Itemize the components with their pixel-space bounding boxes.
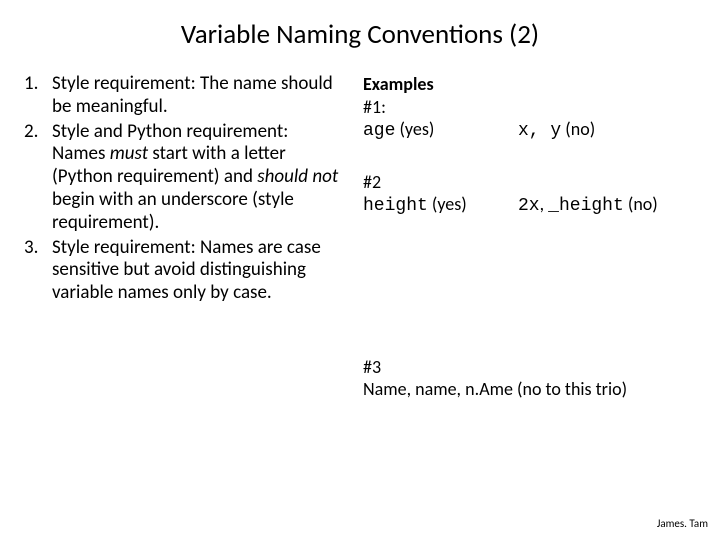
example-2-left: height (yes) (363, 193, 518, 218)
example-2-right-sep: , (540, 193, 549, 215)
content-columns: Style requirement: The name should be me… (24, 73, 696, 401)
example-block-1: #1: age (yes) x, y (no) (363, 96, 696, 143)
li2-must: must (110, 142, 148, 165)
example-1-row: age (yes) x, y (no) (363, 118, 696, 143)
example-2-row: height (yes) 2x, _height (no) (363, 193, 696, 218)
example-block-3: #3 Name, name, n.Ame (no to this trio) (363, 356, 696, 401)
example-1-right-tag: (no) (561, 118, 595, 140)
li2-shouldnot: should not (257, 165, 338, 188)
example-block-2: #2 height (yes) 2x, _height (no) (363, 171, 696, 218)
left-column: Style requirement: The name should be me… (24, 73, 339, 401)
slide-title: Variable Naming Conventions (2) (24, 18, 696, 51)
example-1-left: age (yes) (363, 118, 518, 143)
right-column: Examples #1: age (yes) x, y (no) #2 heig… (363, 73, 696, 401)
example-1-right-code: x, y (518, 121, 561, 141)
examples-heading: Examples (363, 73, 696, 96)
example-2-right-code2: _height (548, 196, 624, 216)
list-item-1: Style requirement: The name should be me… (24, 73, 339, 119)
example-2-right-tag: (no) (624, 193, 658, 215)
li2-mid2: begin with an underscore (style requirem… (52, 188, 294, 234)
example-2-left-tag: (yes) (428, 193, 467, 215)
example-1-number: #1: (363, 96, 696, 119)
li1-meaningful: meaningful. (76, 95, 168, 118)
example-2-number: #2 (363, 171, 696, 194)
example-3-line: Name, name, n.Ame (no to this trio) (363, 378, 696, 401)
example-2-left-code: height (363, 196, 428, 216)
example-1-right: x, y (no) (518, 118, 696, 143)
list-item-3: Style requirement: Names are case sensit… (24, 237, 339, 305)
footer-author: James. Tam (657, 517, 708, 530)
example-1-left-tag: (yes) (395, 118, 434, 140)
requirements-list: Style requirement: The name should be me… (24, 73, 339, 305)
example-2-right-code1: 2x (518, 196, 540, 216)
example-1-left-code: age (363, 121, 395, 141)
list-item-2: Style and Python requirement: Names must… (24, 121, 339, 235)
example-2-right: 2x, _height (no) (518, 193, 696, 218)
example-3-number: #3 (363, 356, 696, 379)
